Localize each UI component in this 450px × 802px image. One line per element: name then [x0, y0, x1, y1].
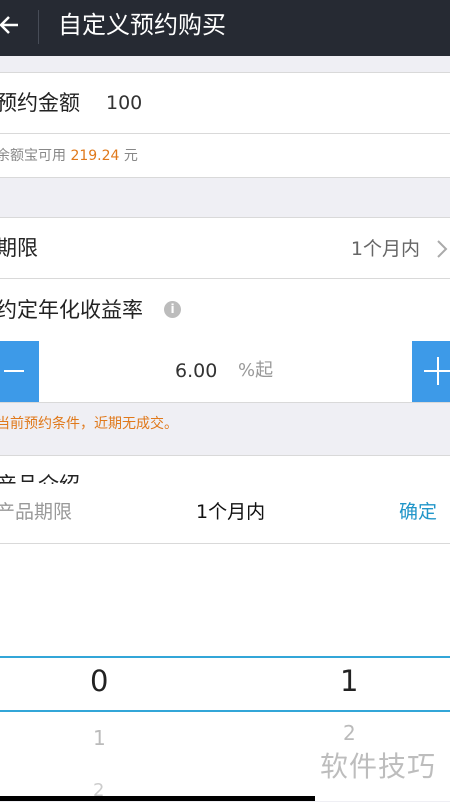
amount-label: 预约金额: [0, 91, 80, 115]
divider: [0, 402, 450, 403]
picker-selected-value: 1个月内: [196, 501, 266, 523]
product-intro-row[interactable]: 产品介绍: [0, 456, 450, 484]
picker-header: 产品期限 1个月内 确定: [0, 484, 450, 544]
term-value[interactable]: 1个月内: [351, 236, 420, 262]
page-title: 自定义预约购买: [58, 11, 226, 39]
back-arrow-icon[interactable]: [0, 10, 24, 40]
info-icon[interactable]: i: [164, 301, 181, 318]
amount-input[interactable]: 100: [106, 91, 142, 115]
balance-label: 余额宝可用: [0, 148, 66, 164]
term-label: 期限: [0, 236, 38, 260]
divider: [0, 72, 450, 73]
confirm-button[interactable]: 确定: [399, 499, 437, 525]
selection-line-top: [0, 656, 450, 658]
bottom-edge: [0, 796, 315, 801]
wheel-2-selected[interactable]: 1: [340, 663, 358, 699]
divider: [0, 177, 450, 178]
balance-amount: 219.24: [70, 148, 120, 164]
rate-stepper: 6.00 %起: [0, 341, 450, 402]
wheel-1-selected[interactable]: 0: [90, 663, 108, 699]
decrease-button[interactable]: [0, 341, 39, 402]
rate-unit: %起: [238, 360, 274, 381]
product-intro-label: 产品介绍: [0, 471, 80, 484]
warning-text: 当前预约条件，近期无成交。: [0, 416, 178, 432]
top-bar: 自定义预约购买: [0, 0, 450, 56]
chevron-right-icon: [437, 240, 448, 258]
header-divider: [38, 10, 39, 44]
rate-label: 约定年化收益率: [0, 298, 143, 322]
balance-unit: 元: [123, 148, 138, 164]
picker-label: 产品期限: [0, 501, 73, 523]
balance-text: 余额宝可用 219.24 元: [0, 146, 138, 166]
wheel-2-option[interactable]: 2: [343, 720, 356, 746]
wheel-1-option[interactable]: 1: [93, 725, 106, 751]
watermark: 软件技巧: [320, 750, 437, 783]
rate-value[interactable]: 6.00: [175, 358, 217, 384]
selection-line-bottom: [0, 710, 450, 712]
increase-button[interactable]: [412, 341, 450, 402]
